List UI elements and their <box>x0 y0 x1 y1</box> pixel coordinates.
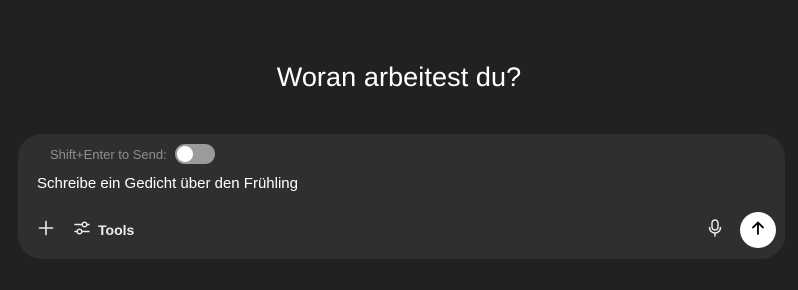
chat-composer: Shift+Enter to Send: Tools <box>18 134 785 259</box>
prompt-input[interactable] <box>37 175 717 192</box>
plus-icon <box>38 220 54 241</box>
shift-enter-toggle[interactable] <box>174 144 215 164</box>
toggle-knob <box>176 146 193 162</box>
send-button[interactable] <box>740 212 776 248</box>
arrow-up-icon <box>750 220 766 241</box>
shift-enter-setting: Shift+Enter to Send: <box>50 144 215 164</box>
add-attachment-button[interactable] <box>35 219 57 241</box>
voice-input-button[interactable] <box>705 218 725 242</box>
sliders-icon <box>73 219 91 242</box>
microphone-icon <box>707 218 723 242</box>
page-title: Woran arbeitest du? <box>276 62 522 92</box>
shift-enter-label: Shift+Enter to Send: <box>50 146 167 162</box>
tools-label: Tools <box>98 222 135 238</box>
tools-button[interactable]: Tools <box>73 219 134 241</box>
